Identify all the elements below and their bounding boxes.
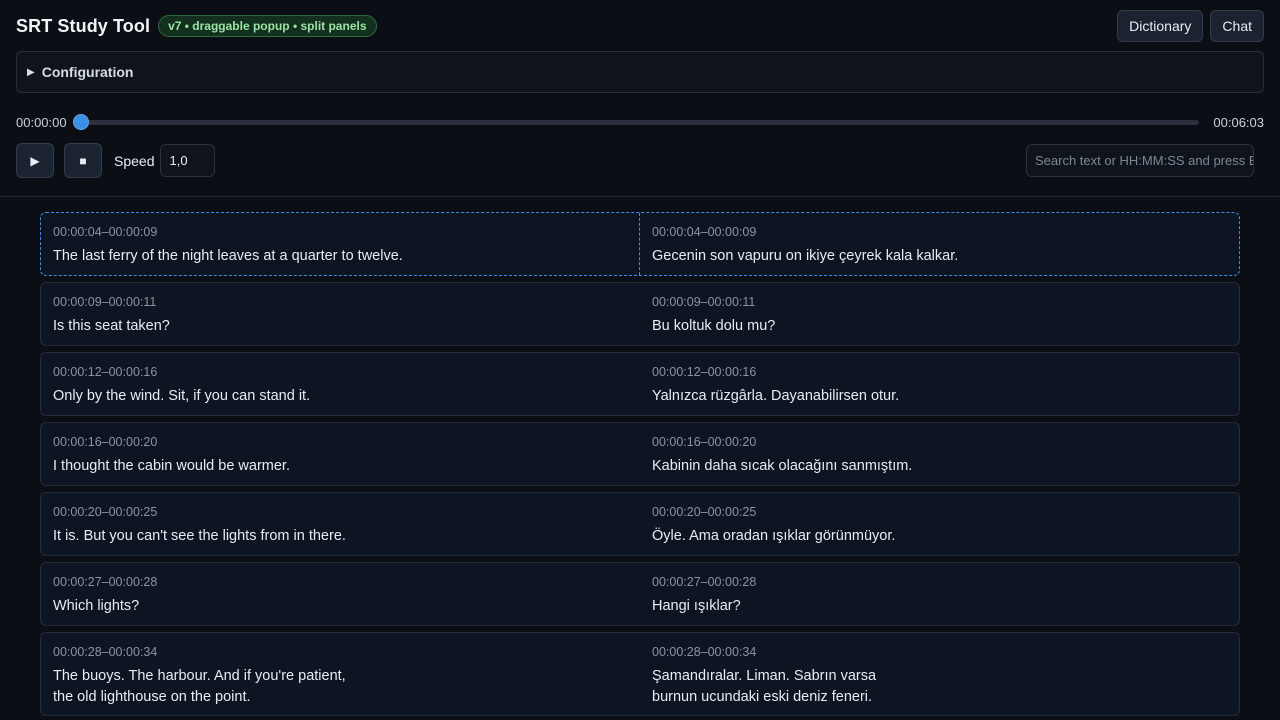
cue-timestamp: 00:00:28–00:00:34 bbox=[53, 645, 158, 659]
cue-translation-panel[interactable]: 00:00:12–00:00:16 Yalnızca rüzgârla. Daya… bbox=[640, 353, 1239, 415]
cue-timestamp: 00:00:09–00:00:11 bbox=[652, 295, 756, 309]
cue-row[interactable]: 00:00:12–00:00:16 Only by the wind. Sit, … bbox=[40, 352, 1240, 416]
version-badge: v7 • draggable popup • split panels bbox=[158, 15, 377, 37]
cue-source-text[interactable]: Only by the wind. Sit, if you can stand … bbox=[53, 386, 628, 407]
cue-source-text[interactable]: Which lights? bbox=[53, 596, 628, 617]
cue-source-text[interactable]: Is this seat taken? bbox=[53, 316, 628, 337]
cue-timestamp: 00:00:04–00:00:09 bbox=[53, 225, 158, 239]
cue-timestamp: 00:00:12–00:00:16 bbox=[53, 365, 158, 379]
cue-translation-text[interactable]: Gecenin son vapuru on ikiye çeyrek kala … bbox=[652, 246, 1227, 267]
cue-timestamp: 00:00:12–00:00:16 bbox=[652, 365, 757, 379]
cue-timestamp: 00:00:27–00:00:28 bbox=[652, 575, 757, 589]
cue-translation-panel[interactable]: 00:00:28–00:00:34 Şamandıralar. Liman. Sa… bbox=[640, 633, 1239, 715]
cue-list: 00:00:04–00:00:09 The last ferry of the n… bbox=[40, 212, 1240, 720]
cue-row[interactable]: 00:00:04–00:00:09 The last ferry of the n… bbox=[40, 212, 1240, 276]
cue-translation-panel[interactable]: 00:00:04–00:00:09 Gecenin son vapuru on i… bbox=[640, 213, 1239, 275]
cue-source-panel[interactable]: 00:00:16–00:00:20 I thought the cabin wou… bbox=[41, 423, 640, 485]
section-divider bbox=[0, 196, 1280, 197]
cue-timestamp: 00:00:04–00:00:09 bbox=[652, 225, 757, 239]
cue-translation-text[interactable]: Şamandıralar. Liman. Sabrın varsa burnun… bbox=[652, 666, 1227, 708]
cue-source-panel[interactable]: 00:00:04–00:00:09 The last ferry of the n… bbox=[41, 213, 640, 275]
cue-translation-text[interactable]: Hangi ışıklar? bbox=[652, 596, 1227, 617]
search-input[interactable] bbox=[1026, 144, 1254, 177]
configuration-toggle[interactable]: ▶ Configuration bbox=[16, 51, 1264, 93]
cue-row[interactable]: 00:00:20–00:00:25 It is. But you can't se… bbox=[40, 492, 1240, 556]
cue-translation-panel[interactable]: 00:00:27–00:00:28 Hangi ışıklar? bbox=[640, 563, 1239, 625]
cue-source-panel[interactable]: 00:00:28–00:00:34 The buoys. The harbour.… bbox=[41, 633, 640, 715]
cue-timestamp: 00:00:20–00:00:25 bbox=[652, 505, 757, 519]
stop-icon: ■ bbox=[79, 153, 87, 168]
cue-timestamp: 00:00:20–00:00:25 bbox=[53, 505, 158, 519]
cue-timestamp: 00:00:16–00:00:20 bbox=[652, 435, 757, 449]
cue-source-panel[interactable]: 00:00:09–00:00:11 Is this seat taken? bbox=[41, 283, 640, 345]
total-time: 00:06:03 bbox=[1213, 114, 1264, 130]
cue-source-panel[interactable]: 00:00:20–00:00:25 It is. But you can't se… bbox=[41, 493, 640, 555]
cue-row[interactable]: 00:00:27–00:00:28 Which lights? 00:00:27–0… bbox=[40, 562, 1240, 626]
playback-controls: ▶ ■ Speed bbox=[16, 143, 1254, 178]
cue-translation-text[interactable]: Kabinin daha sıcak olacağını sanmıştım. bbox=[652, 456, 1227, 477]
app-title: SRT Study Tool bbox=[16, 15, 151, 36]
cue-source-text[interactable]: The last ferry of the night leaves at a … bbox=[53, 246, 627, 267]
app-header: SRT Study Tool v7 • draggable popup • sp… bbox=[16, 10, 1264, 42]
stop-button[interactable]: ■ bbox=[64, 143, 102, 178]
configuration-label: Configuration bbox=[41, 64, 134, 80]
seek-slider[interactable] bbox=[72, 113, 1200, 130]
cue-translation-panel[interactable]: 00:00:20–00:00:25 Öyle. Ama oradan ışıkla… bbox=[640, 493, 1239, 555]
seek-row: 00:00:00 00:06:03 bbox=[16, 112, 1264, 132]
seek-thumb[interactable] bbox=[72, 113, 89, 130]
cue-timestamp: 00:00:27–00:00:28 bbox=[53, 575, 158, 589]
cue-translation-panel[interactable]: 00:00:16–00:00:20 Kabinin daha sıcak olac… bbox=[640, 423, 1239, 485]
play-icon: ▶ bbox=[30, 153, 40, 168]
cue-timestamp: 00:00:16–00:00:20 bbox=[53, 435, 158, 449]
cue-translation-text[interactable]: Bu koltuk dolu mu? bbox=[652, 316, 1227, 337]
speed-input[interactable] bbox=[160, 144, 216, 177]
cue-row[interactable]: 00:00:16–00:00:20 I thought the cabin wou… bbox=[40, 422, 1240, 486]
cue-row[interactable]: 00:00:09–00:00:11 Is this seat taken? 00:0… bbox=[40, 282, 1240, 346]
cue-translation-text[interactable]: Yalnızca rüzgârla. Dayanabilirsen otur. bbox=[652, 386, 1227, 407]
cue-translation-text[interactable]: Öyle. Ama oradan ışıklar görünmüyor. bbox=[652, 526, 1227, 547]
cue-source-panel[interactable]: 00:00:12–00:00:16 Only by the wind. Sit, … bbox=[41, 353, 640, 415]
dictionary-button[interactable]: Dictionary bbox=[1117, 10, 1204, 42]
disclosure-triangle-icon: ▶ bbox=[27, 66, 35, 78]
cue-translation-panel[interactable]: 00:00:09–00:00:11 Bu koltuk dolu mu? bbox=[640, 283, 1239, 345]
cue-timestamp: 00:00:09–00:00:11 bbox=[53, 295, 157, 309]
cue-source-panel[interactable]: 00:00:27–00:00:28 Which lights? bbox=[41, 563, 640, 625]
cue-timestamp: 00:00:28–00:00:34 bbox=[652, 645, 757, 659]
cue-row[interactable]: 00:00:28–00:00:34 The buoys. The harbour.… bbox=[40, 632, 1240, 716]
play-button[interactable]: ▶ bbox=[16, 143, 54, 178]
chat-button[interactable]: Chat bbox=[1210, 10, 1264, 42]
cue-source-text[interactable]: I thought the cabin would be warmer. bbox=[53, 456, 628, 477]
cue-source-text[interactable]: It is. But you can't see the lights from… bbox=[53, 526, 628, 547]
cue-source-text[interactable]: The buoys. The harbour. And if you're pa… bbox=[53, 666, 628, 708]
speed-label: Speed bbox=[114, 152, 155, 169]
current-time: 00:00:00 bbox=[16, 114, 67, 130]
